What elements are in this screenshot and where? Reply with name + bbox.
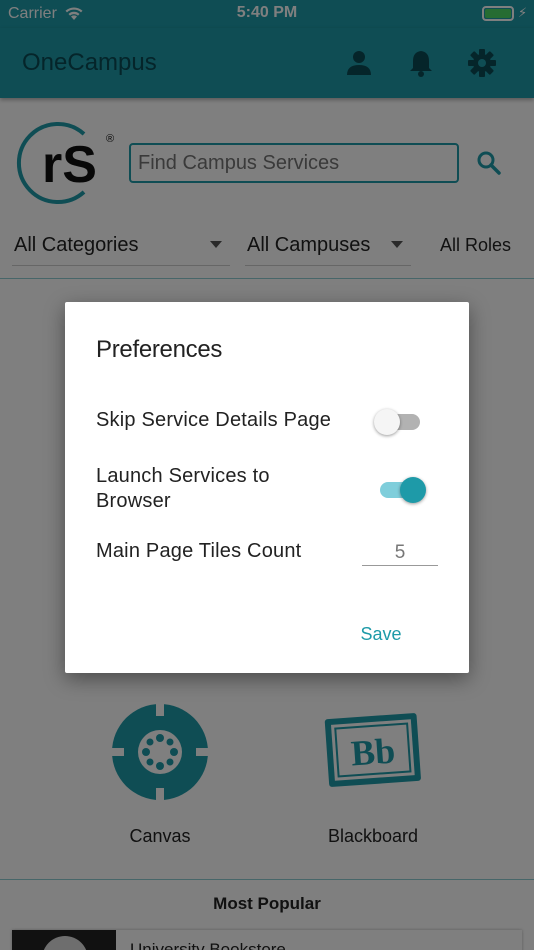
preferences-dialog: Preferences Skip Service Details Page La… bbox=[65, 302, 469, 673]
launch-browser-label: Launch Services to Browser bbox=[96, 465, 270, 512]
dialog-title: Preferences bbox=[96, 336, 223, 363]
tiles-count-label: Main Page Tiles Count bbox=[96, 540, 302, 562]
tiles-count-input[interactable] bbox=[362, 540, 438, 566]
skip-details-toggle[interactable] bbox=[374, 406, 424, 436]
skip-details-label: Skip Service Details Page bbox=[96, 409, 332, 431]
save-button[interactable]: Save bbox=[351, 620, 411, 648]
launch-browser-toggle[interactable] bbox=[376, 474, 426, 504]
